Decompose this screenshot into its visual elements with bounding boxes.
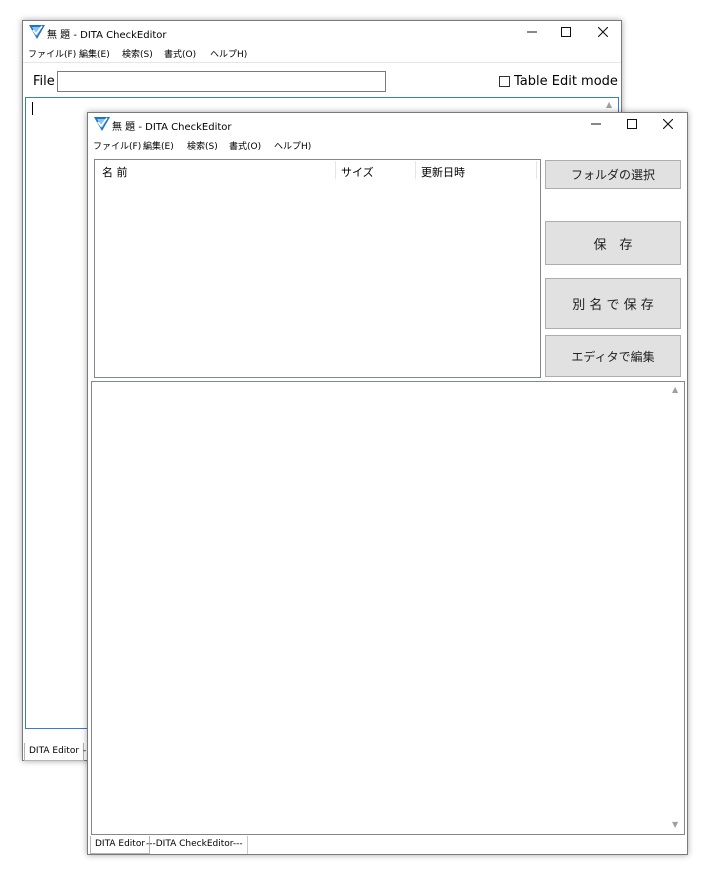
app-logo-icon xyxy=(29,25,45,39)
front-titlebar[interactable]: 無 題 - DITA CheckEditor xyxy=(88,113,687,137)
file-list-header: 名 前 サイズ 更新日時 xyxy=(95,160,540,180)
minimize-button[interactable] xyxy=(579,113,613,137)
menu-file[interactable]: ファイル(F) xyxy=(93,139,141,152)
column-divider xyxy=(415,161,416,179)
back-menubar: ファイル(F) 編集(E) 検索(S) 書式(O) ヘルプH) xyxy=(23,45,621,61)
scroll-up-icon[interactable]: ▲ xyxy=(672,385,678,394)
front-menubar: ファイル(F) 編集(E) 検索(S) 書式(O) ヘルプH) xyxy=(88,137,687,153)
front-editor-area[interactable]: ▲ ▼ xyxy=(91,381,685,835)
save-as-button[interactable]: 別 名 で 保 存 xyxy=(545,278,681,329)
save-button[interactable]: 保 存 xyxy=(545,221,681,265)
table-edit-checkbox[interactable] xyxy=(499,76,510,87)
select-folder-button[interactable]: フォルダの選択 xyxy=(545,160,681,189)
text-cursor xyxy=(32,102,33,115)
menu-file[interactable]: ファイル(F) xyxy=(28,47,76,60)
maximize-button[interactable] xyxy=(615,113,649,137)
menu-edit[interactable]: 編集(E) xyxy=(79,47,110,60)
window-title: 無 題 - DITA CheckEditor xyxy=(47,30,167,41)
minimize-icon xyxy=(591,123,601,124)
maximize-button[interactable] xyxy=(549,21,583,45)
window-title: 無 題 - DITA CheckEditor xyxy=(112,122,232,133)
scroll-down-icon[interactable]: ▼ xyxy=(672,820,678,829)
tab-dita-editor[interactable]: DITA Editor xyxy=(24,743,85,761)
back-titlebar[interactable]: 無 題 - DITA CheckEditor xyxy=(23,21,621,45)
table-edit-label[interactable]: Table Edit mode xyxy=(514,74,618,89)
menu-format[interactable]: 書式(O) xyxy=(229,139,261,152)
front-window: 無 題 - DITA CheckEditor ファイル(F) 編集(E) 検索(… xyxy=(87,112,688,855)
maximize-icon xyxy=(627,118,637,129)
close-button[interactable] xyxy=(586,21,620,45)
menu-help[interactable]: ヘルプH) xyxy=(210,47,247,60)
tab-dita-checkeditor[interactable]: ---DITA CheckEditor--- xyxy=(142,836,248,854)
column-name[interactable]: 名 前 xyxy=(102,164,128,180)
close-icon xyxy=(662,118,674,129)
maximize-icon xyxy=(561,26,571,37)
close-icon xyxy=(597,26,609,37)
menu-format[interactable]: 書式(O) xyxy=(164,47,196,60)
menu-search[interactable]: 検索(S) xyxy=(122,47,153,60)
column-size[interactable]: サイズ xyxy=(341,164,374,180)
scroll-up-icon[interactable]: ▲ xyxy=(606,100,612,109)
minimize-icon xyxy=(527,31,537,32)
column-divider xyxy=(335,161,336,179)
file-toolbar: File Table Edit mode xyxy=(23,62,621,97)
minimize-button[interactable] xyxy=(515,21,549,45)
column-divider xyxy=(536,161,537,179)
file-label: File xyxy=(33,74,55,89)
front-tabbar: DITA Editor ---DITA CheckEditor--- xyxy=(88,836,687,854)
edit-in-editor-button[interactable]: エディタで編集 xyxy=(545,335,681,377)
file-list[interactable]: 名 前 サイズ 更新日時 xyxy=(94,159,541,378)
app-logo-icon xyxy=(94,117,110,131)
column-modified[interactable]: 更新日時 xyxy=(421,164,465,180)
menu-search[interactable]: 検索(S) xyxy=(187,139,218,152)
file-input[interactable] xyxy=(57,71,386,92)
close-button[interactable] xyxy=(651,113,685,137)
menu-help[interactable]: ヘルプH) xyxy=(274,139,311,152)
menu-edit[interactable]: 編集(E) xyxy=(143,139,174,152)
